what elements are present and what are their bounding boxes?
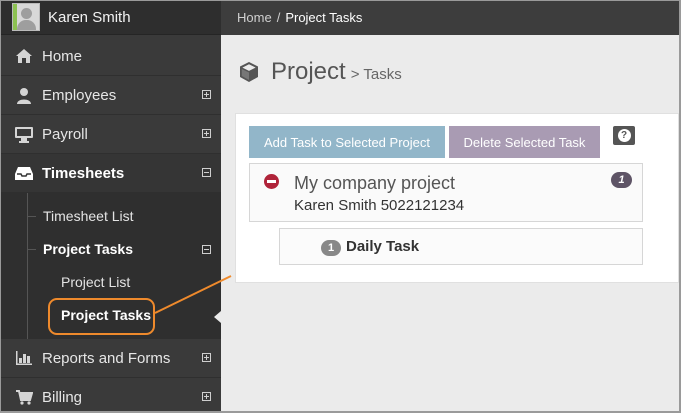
highlight-callout	[48, 298, 155, 335]
user-name: Karen Smith	[48, 8, 131, 26]
project-user: Karen Smith 5022121234	[294, 197, 465, 214]
expand-icon[interactable]	[202, 90, 211, 99]
submenu-timesheet-list[interactable]: Timesheet List	[43, 208, 134, 224]
collapse-project-icon[interactable]	[264, 174, 279, 189]
sidebar-item-payroll[interactable]: Payroll	[0, 115, 221, 154]
breadcrumb-separator: /	[276, 10, 281, 25]
project-name: My company project	[294, 173, 456, 193]
inbox-icon	[14, 166, 34, 181]
user-icon	[14, 87, 34, 104]
breadcrumb: Home / Project Tasks	[221, 0, 681, 35]
project-row[interactable]: My company project Karen Smith 502212123…	[249, 163, 643, 222]
add-task-button[interactable]: Add Task to Selected Project	[249, 126, 445, 158]
tree-tick	[27, 249, 36, 250]
sidebar-item-label: Timesheets	[42, 164, 125, 182]
page-title: Project	[271, 58, 346, 85]
cart-icon	[14, 389, 34, 405]
home-icon	[14, 48, 34, 64]
sidebar-item-reports-and-forms[interactable]: Reports and Forms	[0, 339, 221, 378]
sidebar: Karen Smith Home Employees Payroll Times…	[0, 0, 221, 413]
sidebar-item-label: Payroll	[42, 125, 88, 143]
sidebar-item-timesheets[interactable]: Timesheets	[0, 154, 221, 193]
monitor-icon	[14, 126, 34, 143]
sidebar-item-home[interactable]: Home	[0, 37, 221, 76]
sidebar-item-label: Home	[42, 47, 83, 65]
breadcrumb-current: Project Tasks	[285, 10, 363, 25]
help-button[interactable]: ?	[613, 126, 635, 145]
page-subtitle: > Tasks	[350, 65, 402, 83]
sidebar-item-billing[interactable]: Billing	[0, 378, 221, 413]
cube-icon	[240, 62, 258, 82]
sidebar-item-label: Employees	[42, 86, 117, 104]
expand-icon[interactable]	[202, 353, 211, 362]
sidebar-item-label: Reports and Forms	[42, 349, 171, 367]
user-bar[interactable]: Karen Smith	[0, 0, 221, 35]
collapse-icon[interactable]	[202, 245, 211, 254]
tree-line	[27, 193, 28, 339]
task-row[interactable]: 1 Daily Task	[279, 228, 643, 265]
help-icon: ?	[617, 129, 631, 142]
bar-chart-icon	[14, 350, 34, 366]
submenu-project-tasks[interactable]: Project Tasks	[43, 241, 133, 257]
submenu-project-list[interactable]: Project List	[61, 274, 130, 290]
task-number-badge: 1	[321, 240, 341, 256]
expand-icon[interactable]	[202, 129, 211, 138]
expand-icon[interactable]	[202, 392, 211, 401]
collapse-icon[interactable]	[202, 168, 211, 177]
page-header: Project > Tasks	[237, 58, 402, 86]
tree-tick	[27, 216, 36, 217]
task-count-badge: 1	[611, 172, 632, 188]
breadcrumb-home[interactable]: Home	[237, 10, 272, 25]
sidebar-item-label: Billing	[42, 388, 83, 406]
active-pointer	[214, 311, 221, 323]
sidebar-item-employees[interactable]: Employees	[0, 76, 221, 115]
delete-task-button[interactable]: Delete Selected Task	[449, 126, 600, 158]
task-name: Daily Task	[346, 238, 420, 255]
avatar	[12, 3, 40, 31]
